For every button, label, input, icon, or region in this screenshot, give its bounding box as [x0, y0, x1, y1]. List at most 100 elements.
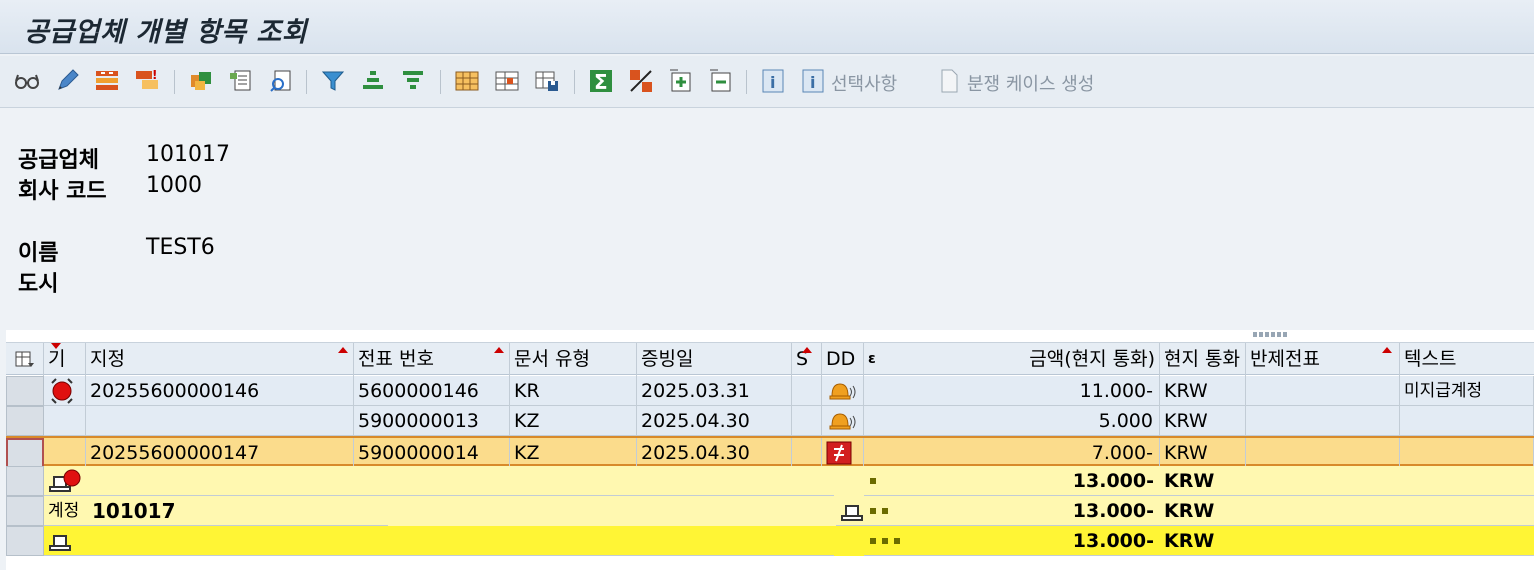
- col-header-epsilon[interactable]: ε: [864, 343, 886, 376]
- bell-icon: [822, 376, 864, 406]
- total-currency: KRW: [1160, 526, 1534, 556]
- cell-date: 2025.03.31: [637, 376, 792, 406]
- cell-assignment: 20255600000147: [86, 438, 354, 468]
- cell-assignment: 20255600000146: [86, 376, 354, 406]
- create-dispute-button[interactable]: 분쟁 케이스 생성: [967, 70, 1094, 96]
- cell-text: 미지급계정: [1400, 376, 1534, 406]
- svg-text:i: i: [770, 73, 775, 92]
- resize-handle[interactable]: [1253, 332, 1287, 337]
- col-header-clearing[interactable]: 반제전표: [1246, 343, 1400, 376]
- cell-currency: KRW: [1160, 406, 1246, 436]
- cell-doc-type: KR: [510, 376, 637, 406]
- glasses-icon[interactable]: [10, 66, 44, 96]
- title-bar: 공급업체 개별 항목 조회: [0, 0, 1534, 54]
- cell-currency: KRW: [1160, 376, 1246, 406]
- col-header-amount[interactable]: 금액(현지 통화): [886, 343, 1160, 376]
- col-header-dd[interactable]: DD: [822, 343, 864, 376]
- cell-s: [792, 406, 822, 436]
- total-amount: 13.000-: [864, 526, 1160, 556]
- svg-text:Σ: Σ: [594, 70, 608, 94]
- svg-text:i: i: [810, 73, 815, 92]
- account-subtotal-currency: KRW: [1160, 496, 1534, 526]
- cell-doc-no[interactable]: 5900000013: [354, 406, 510, 436]
- cell-doc-type: KZ: [510, 438, 637, 468]
- table-row[interactable]: 5900000013 KZ 2025.04.30 5.000 KRW: [6, 406, 1534, 436]
- account-label: 계정: [44, 496, 92, 526]
- cell-doc-no[interactable]: 5600000146: [354, 376, 510, 406]
- save-layout-icon[interactable]: [530, 66, 564, 96]
- col-header-doc-no[interactable]: 전표 번호: [354, 343, 510, 376]
- document-edit-icon[interactable]: [224, 66, 258, 96]
- cell-doc-no[interactable]: 5900000014: [354, 438, 510, 468]
- sort-ascending-icon[interactable]: [356, 66, 390, 96]
- layout-icon[interactable]: [450, 66, 484, 96]
- document-icon: [932, 66, 966, 96]
- info-icon[interactable]: i: [756, 66, 790, 96]
- selection-info-icon[interactable]: i: [796, 66, 830, 96]
- toolbar: ! Σ i i 선택사항 분쟁 케이스 생성: [0, 56, 1534, 108]
- name-label: 이름: [18, 241, 59, 266]
- subtotal-status-icon: [44, 466, 834, 496]
- collapse-icon[interactable]: [704, 66, 738, 96]
- status-icon: [44, 376, 86, 406]
- name-value: TEST6: [146, 235, 215, 260]
- col-header-doc-type[interactable]: 문서 유형: [510, 343, 637, 376]
- row-selector[interactable]: [6, 406, 44, 436]
- cell-date: 2025.04.30: [637, 406, 792, 436]
- company-label: 회사 코드: [18, 179, 107, 204]
- vendor-value: 101017: [146, 142, 230, 167]
- cell-status: [44, 406, 86, 436]
- vendor-label: 공급업체: [18, 148, 99, 173]
- people-icon[interactable]: [184, 66, 218, 96]
- subtotal-amount: 13.000-: [864, 466, 1160, 496]
- pencil-icon[interactable]: [50, 66, 84, 96]
- col-header-text[interactable]: 텍스트: [1400, 343, 1534, 376]
- row-selector[interactable]: [6, 466, 44, 496]
- company-value: 1000: [146, 173, 202, 198]
- total-row[interactable]: 13.000- KRW: [6, 526, 1534, 556]
- sort-descending-icon[interactable]: [396, 66, 430, 96]
- cell-date: 2025.04.30: [637, 438, 792, 468]
- cleared-icon: [822, 438, 864, 468]
- select-all-icon[interactable]: [90, 66, 124, 96]
- subtotal-icon[interactable]: [624, 66, 658, 96]
- account-subtotal-row[interactable]: 계정 101017 13.000- KRW: [6, 496, 1534, 526]
- page-title: 공급업체 개별 항목 조회: [24, 17, 308, 48]
- table-header: 기 지정 전표 번호 문서 유형 증빙일 S DD ε 금액(현지 통화) 현지…: [6, 342, 1534, 376]
- cell-s: [792, 376, 822, 406]
- filter-icon[interactable]: [316, 66, 350, 96]
- table-row[interactable]: 20255600000146 5600000146 KR 2025.03.31 …: [6, 376, 1534, 406]
- subtotal-row[interactable]: 13.000- KRW: [6, 466, 1534, 496]
- cell-text: [1400, 438, 1534, 468]
- city-label: 도시: [18, 272, 59, 297]
- cell-clearing: [1246, 376, 1400, 406]
- expand-icon[interactable]: [664, 66, 698, 96]
- cell-text: [1400, 406, 1534, 436]
- document-search-icon[interactable]: [264, 66, 298, 96]
- sum-icon[interactable]: Σ: [584, 66, 618, 96]
- subtotal-sum-icon: [836, 496, 866, 526]
- cell-doc-type: KZ: [510, 406, 637, 436]
- col-header-currency[interactable]: 현지 통화: [1160, 343, 1246, 376]
- items-grid: 기 지정 전표 번호 문서 유형 증빙일 S DD ε 금액(현지 통화) 현지…: [6, 330, 1534, 570]
- row-selector[interactable]: [6, 496, 44, 526]
- col-header-assignment[interactable]: 지정: [86, 343, 354, 376]
- row-selector[interactable]: [6, 438, 44, 468]
- cell-clearing: [1246, 438, 1400, 468]
- cell-currency: KRW: [1160, 438, 1246, 468]
- cell-amount: 5.000: [864, 406, 1160, 436]
- cell-assignment: [86, 406, 354, 436]
- cell-amount: 11.000-: [864, 376, 1160, 406]
- cell-amount: 7.000-: [864, 438, 1160, 468]
- svg-text:!: !: [152, 68, 157, 82]
- deselect-icon[interactable]: !: [130, 66, 164, 96]
- choose-layout-icon[interactable]: [490, 66, 524, 96]
- cell-clearing: [1246, 406, 1400, 436]
- row-selector[interactable]: [6, 526, 44, 556]
- selection-button[interactable]: 선택사항: [831, 70, 897, 96]
- table-row-selected[interactable]: 20255600000147 5900000014 KZ 2025.04.30 …: [6, 436, 1534, 468]
- col-header-date[interactable]: 증빙일: [637, 343, 792, 376]
- layout-menu-icon[interactable]: [6, 343, 44, 376]
- subtotal-currency: KRW: [1160, 466, 1534, 496]
- row-selector[interactable]: [6, 376, 44, 406]
